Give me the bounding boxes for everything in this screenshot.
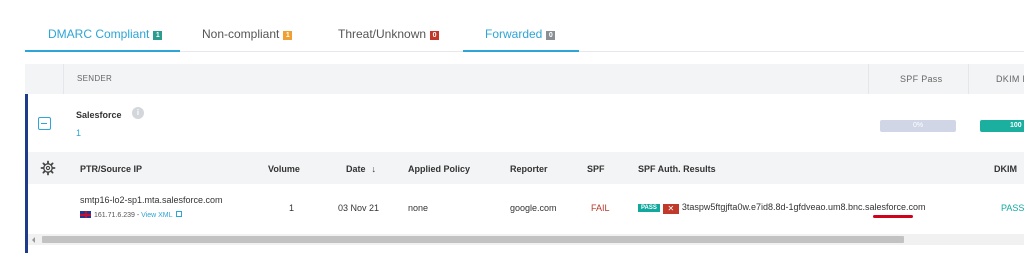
date-value: 03 Nov 21 bbox=[338, 203, 380, 213]
ptr-hostname: smtp16-lo2-sp1.mta.salesforce.com bbox=[80, 195, 223, 205]
header-divider bbox=[968, 64, 969, 94]
table-row: smtp16-lo2-sp1.mta.salesforce.com 161.71… bbox=[28, 184, 1024, 234]
sender-table: SENDER SPF Pass DKIM P Salesforce i 1 0%… bbox=[25, 64, 1024, 253]
tab-label-text: Forwarded bbox=[485, 27, 543, 41]
spf-auth-result: PASS ✕ 3taspw5ftgjfta0w.e7id8.8d-1gfdveao.… bbox=[638, 202, 926, 214]
scroll-left-arrow-icon[interactable] bbox=[32, 237, 35, 243]
col-reporter[interactable]: Reporter bbox=[510, 164, 548, 174]
source-ip-line: 161.71.6.239 - View XML bbox=[80, 211, 182, 219]
col-spf[interactable]: SPF bbox=[587, 164, 605, 174]
tab-count-badge: 0 bbox=[430, 31, 440, 40]
dkim-pass-rate-bar: 100 bbox=[980, 120, 1024, 132]
dkim-result: PASS bbox=[1001, 203, 1024, 213]
header-sender: SENDER bbox=[77, 74, 113, 83]
reporter-value: google.com bbox=[510, 203, 557, 213]
header-divider bbox=[868, 64, 869, 94]
col-spf-auth-results[interactable]: SPF Auth. Results bbox=[638, 164, 716, 174]
tab-count-badge: 1 bbox=[283, 31, 293, 40]
header-divider bbox=[63, 64, 64, 94]
tab-non-compliant[interactable]: Non-compliant 1 bbox=[180, 14, 310, 52]
header-spf-pass[interactable]: SPF Pass bbox=[900, 74, 942, 84]
source-ip: 161.71.6.239 bbox=[94, 212, 135, 219]
compliance-tabs: DMARC Compliant 1 Non-compliant 1 Threat/U… bbox=[25, 14, 1024, 52]
tab-forwarded-label: Forwarded 0 bbox=[485, 27, 556, 41]
col-date[interactable]: Date ↓ bbox=[346, 164, 376, 174]
info-icon[interactable]: i bbox=[132, 107, 144, 119]
tab-non-compliant-label: Non-compliant 1 bbox=[202, 27, 293, 41]
policy-value: none bbox=[408, 203, 429, 213]
col-dkim[interactable]: DKIM bbox=[994, 164, 1017, 174]
sender-name: Salesforce bbox=[76, 110, 122, 120]
highlight-underline bbox=[873, 215, 913, 218]
spf-auth-pass-badge: PASS bbox=[638, 204, 660, 212]
tab-label-text: Threat/Unknown bbox=[338, 27, 427, 41]
tab-label-text: Non-compliant bbox=[202, 27, 280, 41]
header-dkim-pass[interactable]: DKIM P bbox=[996, 74, 1024, 84]
col-volume[interactable]: Volume bbox=[268, 164, 300, 174]
sender-count-link[interactable]: 1 bbox=[76, 128, 81, 138]
view-xml-link[interactable]: View XML bbox=[141, 212, 172, 219]
sender-table-header: SENDER SPF Pass DKIM P bbox=[25, 64, 1024, 94]
volume-value: 1 bbox=[289, 203, 295, 213]
tab-forwarded[interactable]: Forwarded 0 bbox=[463, 14, 579, 52]
misalign-icon: ✕ bbox=[662, 204, 679, 214]
external-link-icon[interactable] bbox=[175, 211, 182, 217]
sender-row: Salesforce i 1 0% 100 bbox=[28, 94, 1024, 152]
tab-threat-unknown-label: Threat/Unknown 0 bbox=[338, 27, 440, 41]
col-applied-policy[interactable]: Applied Policy bbox=[408, 164, 470, 174]
spf-auth-domain: 3taspw5ftgjfta0w.e7id8.8d-1gfdveao.um8.b… bbox=[681, 202, 926, 212]
sender-group-salesforce: Salesforce i 1 0% 100 PTR/Source IP Volu… bbox=[25, 94, 1024, 253]
collapse-icon[interactable] bbox=[38, 117, 51, 130]
scrollbar-thumb[interactable] bbox=[42, 236, 904, 243]
col-ptr-source-ip[interactable]: PTR/Source IP bbox=[80, 164, 142, 174]
tab-threat-unknown[interactable]: Threat/Unknown 0 bbox=[310, 14, 463, 52]
tab-count-badge: 1 bbox=[153, 31, 163, 40]
horizontal-scrollbar[interactable] bbox=[28, 234, 1024, 245]
spf-pass-rate-bar: 0% bbox=[880, 120, 956, 132]
detail-table-header: PTR/Source IP Volume Date ↓ Applied Polic… bbox=[28, 152, 1024, 184]
sort-down-icon[interactable]: ↓ bbox=[372, 164, 377, 174]
tab-dmarc-compliant[interactable]: DMARC Compliant 1 bbox=[25, 14, 180, 52]
spf-result: FAIL bbox=[591, 203, 610, 213]
col-date-label: Date bbox=[346, 164, 366, 174]
gear-icon[interactable] bbox=[40, 160, 56, 176]
uk-flag-icon bbox=[80, 211, 91, 218]
tab-label-text: DMARC Compliant bbox=[48, 27, 150, 41]
tab-count-badge: 0 bbox=[546, 31, 556, 40]
tab-dmarc-compliant-label: DMARC Compliant 1 bbox=[48, 27, 163, 41]
